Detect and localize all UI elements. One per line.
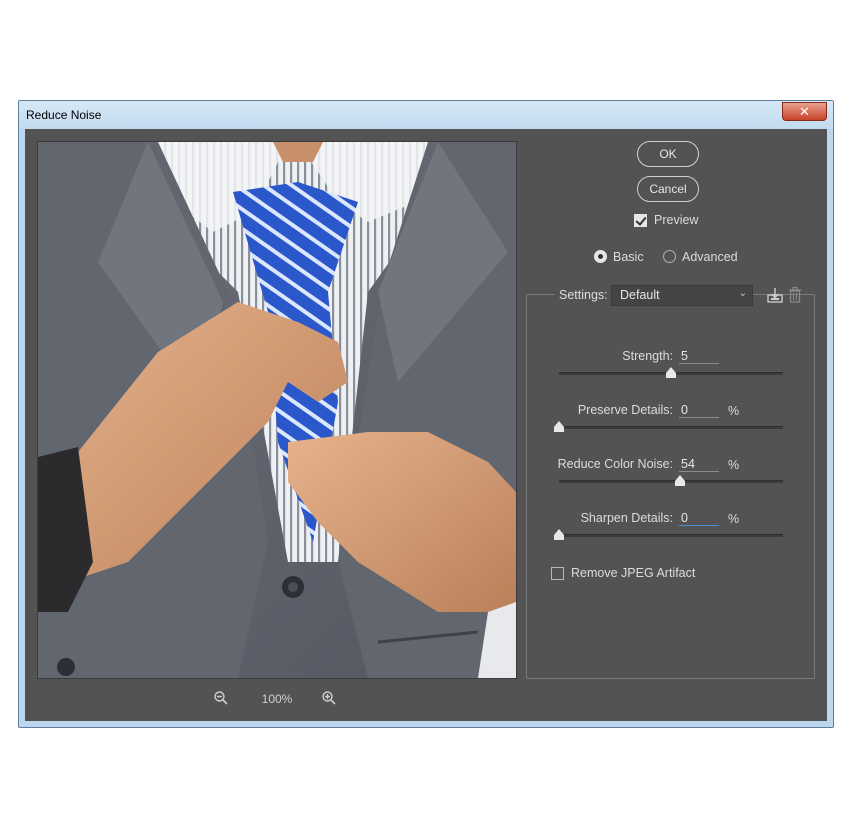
settings-label: Settings: [555,288,612,302]
reduce-color-noise-percent: % [728,458,740,472]
advanced-label[interactable]: Advanced [682,250,738,264]
strength-thumb[interactable] [666,367,676,378]
basic-label[interactable]: Basic [613,250,644,264]
sharpen-details-percent: % [728,512,740,526]
preview-label[interactable]: Preview [654,213,698,227]
strength-label: Strength: [622,349,673,363]
sharpen-details-input[interactable] [679,510,719,526]
reduce-color-noise-label: Reduce Color Noise: [557,457,673,471]
strength-slider[interactable] [559,367,783,378]
settings-selected-value: Default [620,288,660,302]
preserve-details-percent: % [728,404,740,418]
preserve-details-slider[interactable] [554,421,783,432]
sharpen-details-label: Sharpen Details: [580,511,673,525]
dialog-window: Reduce Noise ✕ 100% OK Cancel Preview Ba… [18,100,834,728]
advanced-radio[interactable] [663,250,676,263]
chevron-down-icon: ⌄ [738,288,747,299]
preserve-details-input[interactable] [679,402,719,418]
preview-checkbox[interactable] [634,214,647,227]
preview-image[interactable] [37,141,517,679]
dialog-body: 100% OK Cancel Preview Basic Advanced Se… [25,129,827,721]
ok-button[interactable]: OK [637,141,699,167]
cancel-button[interactable]: Cancel [637,176,699,202]
close-button[interactable]: ✕ [782,102,827,121]
title-bar[interactable]: Reduce Noise ✕ [19,101,833,129]
preserve-details-label: Preserve Details: [577,403,673,417]
reduce-color-noise-thumb[interactable] [674,475,685,486]
reduce-color-noise-slider[interactable] [559,475,783,486]
zoom-level: 100% [261,692,293,706]
save-settings-icon[interactable] [766,286,784,304]
sharpen-details-slider[interactable] [554,529,783,540]
trash-icon[interactable] [788,286,802,304]
preserve-details-thumb[interactable] [554,421,564,432]
basic-radio[interactable] [594,250,607,263]
window-title: Reduce Noise [26,108,102,122]
zoom-out-icon[interactable] [213,690,229,706]
settings-dropdown[interactable]: Default ⌄ [611,285,753,306]
sharpen-details-thumb[interactable] [554,529,564,540]
remove-jpeg-artifact-checkbox[interactable] [551,567,564,580]
remove-jpeg-artifact-label[interactable]: Remove JPEG Artifact [571,566,695,580]
reduce-color-noise-input[interactable] [679,456,719,472]
strength-input[interactable] [679,348,719,364]
zoom-in-icon[interactable] [321,690,337,706]
